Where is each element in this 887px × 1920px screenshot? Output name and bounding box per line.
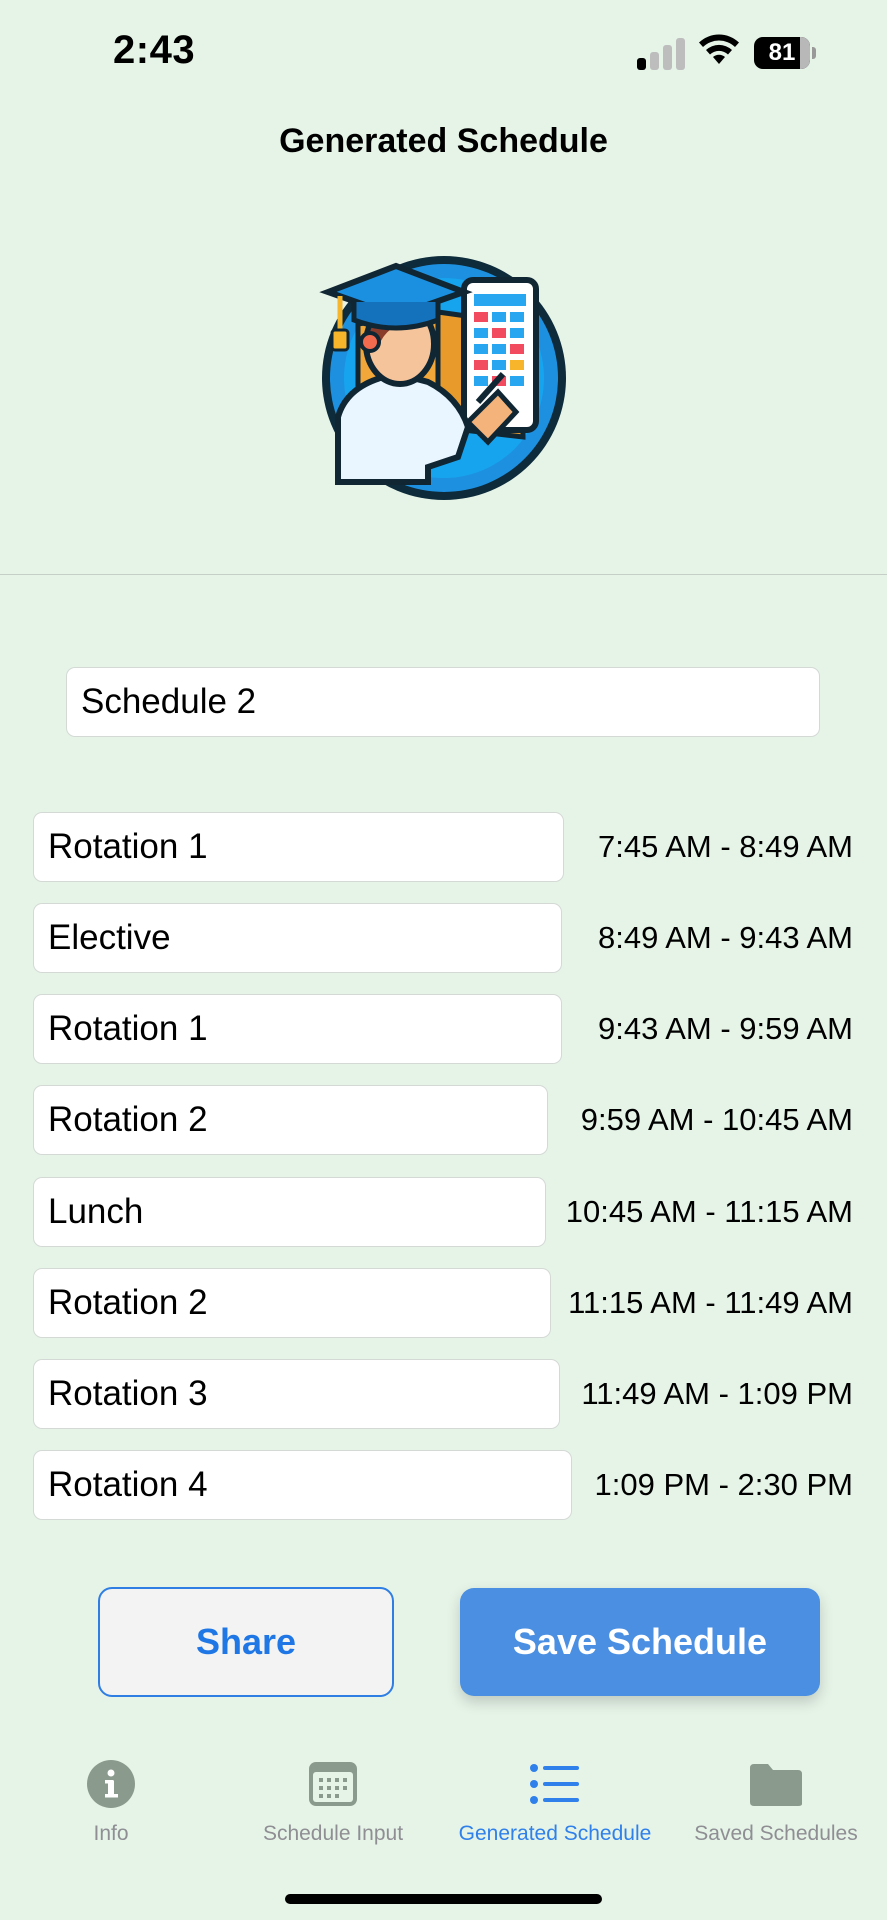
save-schedule-button[interactable]: Save Schedule	[460, 1588, 820, 1696]
period-time: 10:45 AM - 11:15 AM	[565, 1194, 853, 1229]
share-button[interactable]: Share	[98, 1587, 394, 1697]
period-time: 9:43 AM - 9:59 AM	[597, 1011, 853, 1046]
schedule-row: Rotation 3 11:49 AM - 1:09 PM	[33, 1359, 853, 1429]
tab-bar: Info Schedule Input Generated Schedule S…	[0, 1740, 887, 1860]
period-time: 8:49 AM - 9:43 AM	[597, 920, 853, 955]
period-label-input[interactable]: Lunch	[33, 1177, 546, 1247]
page-title: Generated Schedule	[279, 122, 608, 160]
list-icon	[530, 1764, 579, 1804]
calendar-icon	[309, 1762, 357, 1806]
schedule-row: Rotation 1 9:43 AM - 9:59 AM	[33, 994, 853, 1064]
folder-icon	[750, 1764, 802, 1806]
home-indicator	[285, 1894, 602, 1904]
cellular-signal-icon	[637, 38, 685, 70]
wifi-icon	[699, 34, 739, 64]
battery-level: 81	[768, 39, 796, 66]
status-bar: 2:43 81	[0, 0, 887, 100]
period-label-input[interactable]: Rotation 1	[33, 994, 562, 1064]
schedule-row: Rotation 1 7:45 AM - 8:49 AM	[33, 812, 853, 882]
tab-generated-schedule[interactable]: Generated Schedule	[444, 1740, 666, 1846]
period-time: 1:09 PM - 2:30 PM	[594, 1467, 853, 1502]
tab-label: Generated Schedule	[458, 1822, 652, 1845]
schedule-row: Rotation 4 1:09 PM - 2:30 PM	[33, 1450, 853, 1520]
period-time: 7:45 AM - 8:49 AM	[597, 829, 853, 864]
tab-schedule-input[interactable]: Schedule Input	[222, 1740, 444, 1846]
divider	[0, 574, 887, 575]
schedule-row: Elective 8:49 AM - 9:43 AM	[33, 903, 853, 973]
period-label-input[interactable]: Elective	[33, 903, 562, 973]
schedule-row: Rotation 2 9:59 AM - 10:45 AM	[33, 1085, 853, 1155]
tab-saved-schedules[interactable]: Saved Schedules	[665, 1740, 887, 1846]
period-label-input[interactable]: Rotation 4	[33, 1450, 572, 1520]
schedule-row: Rotation 2 11:15 AM - 11:49 AM	[33, 1268, 853, 1338]
tab-label: Saved Schedules	[694, 1822, 858, 1845]
period-time: 9:59 AM - 10:45 AM	[580, 1102, 853, 1137]
battery-icon: 81	[754, 37, 816, 69]
tab-label: Info	[93, 1822, 129, 1845]
period-label-input[interactable]: Rotation 1	[33, 812, 564, 882]
schedule-row: Lunch 10:45 AM - 11:15 AM	[33, 1177, 853, 1247]
period-label-input[interactable]: Rotation 2	[33, 1268, 551, 1338]
period-time: 11:49 AM - 1:09 PM	[581, 1376, 853, 1411]
period-label-input[interactable]: Rotation 2	[33, 1085, 548, 1155]
tab-label: Schedule Input	[262, 1822, 404, 1845]
period-time: 11:15 AM - 11:49 AM	[568, 1285, 853, 1320]
period-label-input[interactable]: Rotation 3	[33, 1359, 560, 1429]
tab-info[interactable]: Info	[0, 1740, 222, 1846]
schedule-name-input[interactable]: Schedule 2	[66, 667, 820, 737]
info-icon	[87, 1760, 135, 1808]
status-time: 2:43	[113, 28, 196, 72]
app-logo	[319, 256, 566, 500]
